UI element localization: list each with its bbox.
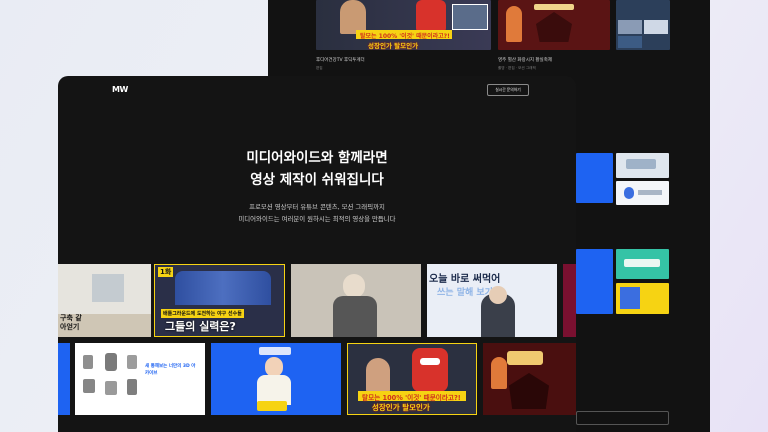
thumb-baseball[interactable]: 1화 배틀그라운드에 도전하는 야구 선수들 그들의 실력은? bbox=[154, 264, 285, 337]
mascot-shape bbox=[416, 0, 446, 34]
bg-thumb-festival[interactable] bbox=[498, 0, 610, 50]
bg-thumb-blue-2[interactable] bbox=[576, 249, 613, 314]
interior-text: 구축 같아얻기 bbox=[60, 314, 82, 331]
hair-sub-text: 성장인가 탈모인가 bbox=[368, 42, 419, 50]
promo-sticker bbox=[257, 401, 287, 411]
thumb-hair-loss[interactable]: 탈모는 100% '이것' 때문이라고?! 성장인가 탈모인가 bbox=[347, 343, 477, 415]
product-1 bbox=[83, 355, 93, 369]
bg-thumb-light-1[interactable] bbox=[616, 153, 669, 178]
mascot-eyes bbox=[420, 358, 440, 365]
product-2 bbox=[105, 353, 117, 371]
festival-pagoda bbox=[536, 12, 572, 42]
hair-title: 탈모는 100% '이것' 때문이라고?! bbox=[362, 394, 461, 402]
right-grid-3 bbox=[618, 36, 642, 48]
hero-title-line1: 미디어와이드와 함께라면 bbox=[246, 150, 388, 166]
players-group bbox=[175, 271, 271, 305]
lesson-line1: 오늘 바로 써먹어 bbox=[429, 274, 501, 285]
thumb-festival-red[interactable] bbox=[483, 343, 576, 415]
thumb-blue-edge[interactable] bbox=[58, 343, 70, 415]
hero-title-line2: 영상 제작이 쉬워집니다 bbox=[250, 172, 384, 188]
bg-thumb-hairloss[interactable]: 탈모는 100% '이것' 때문이라고?! 성장인가 탈모인가 bbox=[316, 0, 491, 50]
product-5 bbox=[105, 381, 117, 395]
episode-badge: 1화 bbox=[158, 267, 174, 277]
mascot-red bbox=[412, 348, 448, 392]
interior-window bbox=[92, 274, 124, 302]
thumb-elder[interactable] bbox=[291, 264, 421, 337]
right-grid-2 bbox=[644, 20, 668, 34]
bg-thumb-right[interactable] bbox=[616, 0, 670, 50]
elder-body bbox=[333, 296, 377, 337]
hair-subtitle: 성장인가 탈모인가 bbox=[372, 403, 430, 412]
festival-figure bbox=[506, 6, 522, 42]
festival-title bbox=[534, 4, 574, 10]
thumb-3d-archive[interactable]: 새 통해보는 너만의 3D 아카이브 bbox=[75, 343, 205, 415]
thumb-blue-promo[interactable] bbox=[211, 343, 341, 415]
product-4 bbox=[83, 379, 95, 393]
thumb-korean-lesson[interactable]: 오늘 바로 써먹어 쓰는 말해 보기 bbox=[427, 264, 557, 337]
hero-subtitle-line2: 미디어와이드는 여러분이 원하시는 최적의 영상을 만듭니다 bbox=[238, 215, 396, 223]
presenter-shape bbox=[340, 0, 366, 34]
elder-head bbox=[343, 274, 365, 298]
bg-card-caption: 영주 별산 화랑시지 황실축제 bbox=[498, 58, 552, 63]
inset-photo bbox=[452, 4, 488, 30]
main-window: MW 실시간 문의하기 미디어와이드와 함께라면 영상 제작이 쉬워집니다 프로… bbox=[58, 76, 576, 432]
host-shape bbox=[366, 358, 390, 392]
baseball-caption: 배틀그라운드에 도전하는 야구 선수들 bbox=[161, 309, 244, 318]
bg-thumb-blue-1[interactable] bbox=[576, 153, 613, 203]
baseball-title: 그들의 실력은? bbox=[165, 320, 236, 333]
hair-banner-text: 탈모는 100% '이것' 때문이라고?! bbox=[360, 33, 450, 40]
logo[interactable]: MW bbox=[112, 85, 128, 94]
thumb-interior[interactable]: 구축 같아얻기 bbox=[58, 264, 151, 337]
bg-card-sub: 촬영 · 편집 · 모션 그래픽 bbox=[498, 66, 536, 70]
product-3 bbox=[127, 355, 137, 369]
festival-char bbox=[491, 357, 507, 389]
bg-card-caption: 후디어건강TV 후딕투게더 bbox=[316, 58, 365, 63]
promo-badge bbox=[259, 347, 291, 355]
bg-thumb-light-2[interactable] bbox=[616, 181, 669, 205]
hero-subtitle-line1: 프로모션 영상부터 유튜브 콘텐츠, 모션 그래픽까지 bbox=[249, 203, 385, 211]
archive-title: 새 통해보는 너만의 3D 아카이브 bbox=[145, 364, 196, 376]
right-grid-1 bbox=[618, 20, 642, 34]
teacher-head bbox=[489, 286, 507, 304]
bg-thumb-yellow[interactable] bbox=[616, 283, 669, 314]
bg-card-sub: 편집 bbox=[316, 66, 323, 70]
bg-thumb-teal[interactable] bbox=[616, 249, 669, 279]
festival-building bbox=[509, 373, 549, 409]
promo-person-head bbox=[265, 357, 283, 377]
realtime-inquiry-button[interactable]: 실시간 문의하기 bbox=[487, 84, 529, 96]
thumb-neon[interactable] bbox=[563, 264, 576, 337]
festival-banner bbox=[507, 351, 543, 365]
bg-scrollbar[interactable] bbox=[576, 411, 669, 425]
product-6 bbox=[127, 379, 137, 395]
